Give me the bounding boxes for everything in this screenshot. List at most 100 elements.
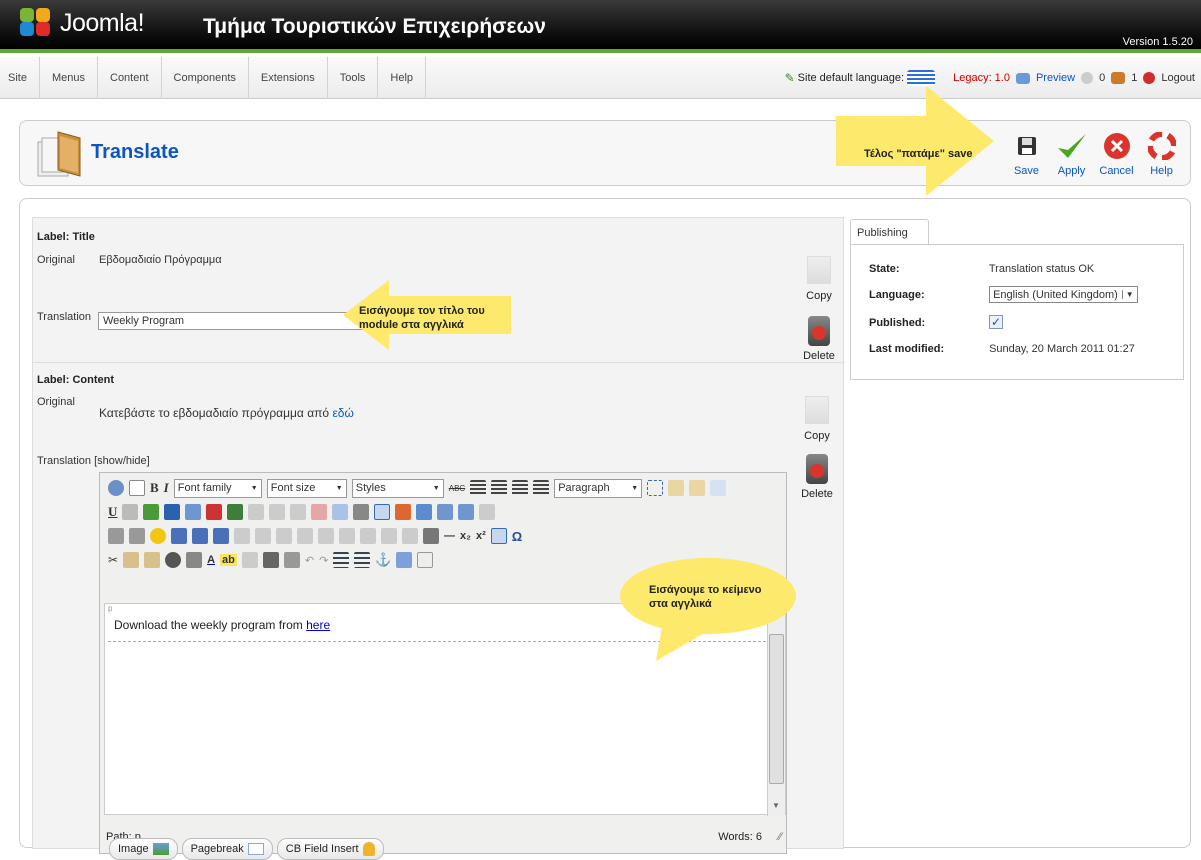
print-icon[interactable] [423, 528, 439, 544]
messages-count[interactable]: 0 [1099, 72, 1105, 84]
align-left-icon[interactable] [470, 480, 487, 496]
insert-layer-icon[interactable] [710, 480, 727, 496]
bold-icon[interactable]: B [150, 480, 159, 496]
logout-link[interactable]: Logout [1161, 72, 1195, 84]
abbr-icon[interactable] [269, 504, 286, 520]
title-copy-button[interactable]: Copy [799, 256, 839, 302]
language-select[interactable]: English (United Kingdom) ▼ [989, 286, 1138, 303]
table-props-icon[interactable] [276, 528, 292, 544]
menu-components[interactable]: Components [162, 57, 249, 99]
menu-menus[interactable]: Menus [40, 57, 98, 99]
anchor-icon[interactable]: ⚓ [375, 552, 391, 568]
cut-icon[interactable]: ✂ [108, 553, 118, 567]
format-select[interactable]: Paragraph ▼ [554, 478, 643, 498]
highlight-color-icon[interactable]: ab [220, 554, 237, 566]
preview-doc-icon[interactable] [192, 528, 208, 544]
align-justify-icon[interactable] [533, 480, 550, 496]
help-circle-icon[interactable] [108, 480, 124, 496]
strikethrough-icon[interactable]: ABC [449, 484, 465, 493]
fullscreen-icon[interactable] [458, 504, 475, 520]
apply-button[interactable]: Apply [1049, 131, 1094, 177]
horizontal-rule-icon[interactable]: — [444, 530, 455, 542]
tab-publishing[interactable]: Publishing [850, 219, 929, 245]
styles-select[interactable]: Styles ▼ [351, 478, 444, 498]
menu-tools[interactable]: Tools [328, 57, 379, 99]
eraser-icon[interactable] [417, 552, 434, 568]
new-document-icon[interactable] [129, 480, 145, 496]
spellcheck-icon[interactable] [416, 504, 433, 520]
clean-icon[interactable] [241, 552, 258, 568]
split-icon[interactable] [360, 528, 376, 544]
find-icon[interactable] [165, 552, 182, 568]
table-icon[interactable] [255, 528, 271, 544]
col-icon[interactable] [339, 528, 355, 544]
replace-icon[interactable] [186, 552, 203, 568]
published-checkbox[interactable]: ✓ [989, 315, 1004, 329]
ordered-list-icon[interactable] [333, 552, 350, 568]
font-a-icon[interactable] [332, 504, 349, 520]
attributes-icon[interactable] [353, 504, 370, 520]
ltr-icon[interactable] [108, 528, 124, 544]
template-icon[interactable] [479, 504, 496, 520]
indent-icon[interactable] [262, 552, 279, 568]
font-size-select[interactable]: Font size ▼ [266, 478, 347, 498]
text-color-icon[interactable]: A [207, 554, 215, 566]
image-icon[interactable] [143, 504, 160, 520]
align-right-icon[interactable] [512, 480, 529, 496]
superscript-icon[interactable]: x² [476, 530, 486, 542]
copy-clip-icon[interactable] [123, 552, 140, 568]
menu-help[interactable]: Help [378, 57, 427, 99]
rtl-icon[interactable] [129, 528, 145, 544]
align-center-icon[interactable] [491, 480, 508, 496]
font-family-select[interactable]: Font family ▼ [173, 478, 262, 498]
outdent-icon[interactable] [283, 552, 300, 568]
cite-icon[interactable] [248, 504, 265, 520]
editor-body-link[interactable]: here [306, 618, 330, 632]
edit-doc-icon[interactable] [213, 528, 229, 544]
row-icon[interactable] [297, 528, 313, 544]
merge-icon[interactable] [381, 528, 397, 544]
help-button[interactable]: Help [1139, 131, 1184, 177]
font-color-a-icon[interactable] [311, 504, 328, 520]
title-delete-button[interactable]: Delete [799, 316, 839, 362]
anchor-text-icon[interactable] [164, 504, 181, 520]
content-original-link[interactable]: εδώ [332, 406, 353, 420]
content-copy-button[interactable]: Copy [797, 396, 837, 442]
paragraph-mark-icon[interactable] [374, 504, 391, 520]
underline-icon[interactable]: U [108, 504, 117, 520]
subscript-icon[interactable]: x₂ [460, 530, 471, 542]
image-box-icon[interactable] [227, 504, 244, 520]
media-icon[interactable] [206, 504, 223, 520]
pagebreak-button[interactable]: Pagebreak [181, 838, 273, 860]
anchor-box-icon[interactable] [647, 480, 664, 496]
charmap-table-icon[interactable] [490, 528, 507, 544]
paste-layer-icon[interactable] [689, 480, 706, 496]
cleanup-brush-icon[interactable] [396, 552, 413, 568]
html-source-icon[interactable] [395, 504, 412, 520]
code-icon[interactable] [185, 504, 202, 520]
cancel-button[interactable]: Cancel [1094, 131, 1139, 177]
bullet-list-icon[interactable] [354, 552, 371, 568]
menu-content[interactable]: Content [98, 57, 162, 99]
image-button[interactable]: Image [109, 838, 178, 860]
show-hide-toggle[interactable]: [show/hide] [94, 455, 150, 467]
insert-date-icon[interactable] [234, 528, 250, 544]
hr-props-icon[interactable] [402, 528, 418, 544]
cb-field-insert-button[interactable]: CB Field Insert [276, 838, 384, 860]
emoticon-icon[interactable] [150, 528, 166, 544]
content-delete-button[interactable]: Delete [797, 454, 837, 500]
scroll-down-arrow-icon[interactable]: ▼ [772, 801, 780, 810]
copy-layer-icon[interactable] [668, 480, 685, 496]
users-count[interactable]: 1 [1131, 72, 1137, 84]
link-icon[interactable] [122, 504, 139, 520]
acronym-icon[interactable] [290, 504, 307, 520]
visual-aid-icon[interactable] [437, 504, 454, 520]
preview-link[interactable]: Preview [1036, 72, 1075, 84]
undo-icon[interactable]: ↶ [305, 554, 314, 567]
cell-icon[interactable] [318, 528, 334, 544]
menu-site[interactable]: Site [0, 57, 40, 99]
menu-extensions[interactable]: Extensions [249, 57, 328, 99]
omega-icon[interactable]: Ω [512, 529, 522, 544]
redo-icon[interactable]: ↷ [319, 554, 328, 567]
paste-icon[interactable] [144, 552, 161, 568]
